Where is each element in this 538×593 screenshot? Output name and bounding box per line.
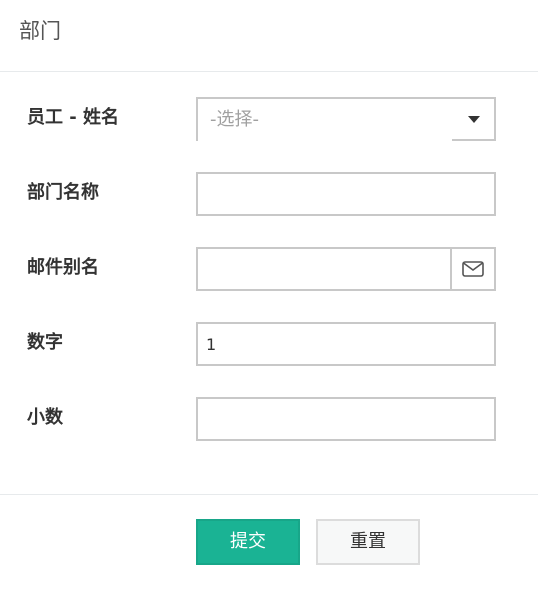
form-row-number: 数字 1 — [0, 322, 538, 366]
form-row-employee-name: 员工 - 姓名 -选择- — [0, 97, 538, 141]
department-name-label: 部门名称 — [27, 182, 99, 203]
form-footer: 提交 重置 — [0, 494, 538, 593]
decimal-label: 小数 — [27, 407, 63, 428]
select-underline — [198, 139, 452, 141]
email-alias-input[interactable] — [196, 247, 496, 291]
decimal-input[interactable] — [196, 397, 496, 441]
page-title: 部门 — [19, 19, 61, 43]
email-alias-label: 邮件别名 — [27, 257, 99, 278]
number-value: 1 — [206, 335, 217, 354]
form-row-email-alias: 邮件别名 — [0, 247, 538, 291]
chevron-down-icon[interactable] — [468, 116, 480, 123]
form-panel: 部门 员工 - 姓名 -选择- 部门名称 邮件别名 数字 1 小数 提交 重置 — [0, 0, 538, 593]
department-name-input[interactable] — [196, 172, 496, 216]
number-label: 数字 — [27, 332, 63, 353]
panel-header: 部门 — [0, 0, 538, 72]
envelope-icon — [462, 261, 484, 277]
email-addon[interactable] — [450, 249, 494, 289]
employee-name-select[interactable]: -选择- — [196, 97, 496, 141]
reset-button[interactable]: 重置 — [316, 519, 420, 565]
employee-name-placeholder: -选择- — [210, 109, 259, 130]
submit-button[interactable]: 提交 — [196, 519, 300, 565]
form-row-department-name: 部门名称 — [0, 172, 538, 216]
employee-name-label: 员工 - 姓名 — [27, 107, 120, 128]
form-row-decimal: 小数 — [0, 397, 538, 441]
number-input[interactable]: 1 — [196, 322, 496, 366]
